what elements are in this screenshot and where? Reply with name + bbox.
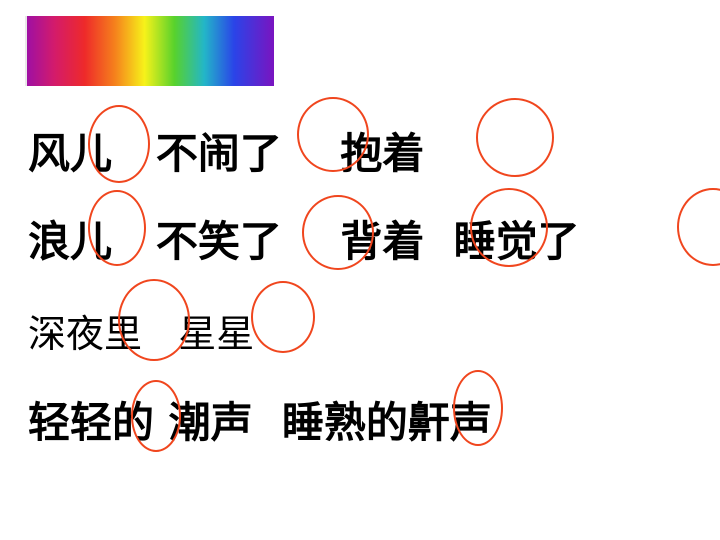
blank-circle bbox=[251, 281, 315, 353]
blank-circle bbox=[131, 380, 181, 452]
blank-circle bbox=[476, 98, 554, 177]
rainbow-banner bbox=[25, 16, 274, 86]
blank-circle bbox=[453, 370, 503, 446]
blank-circle bbox=[302, 195, 374, 270]
banner-edge bbox=[25, 16, 27, 86]
text-line-4: 轻轻的 潮声 睡熟的鼾声 bbox=[28, 398, 492, 447]
blank-circle bbox=[677, 188, 720, 266]
blank-circle bbox=[88, 105, 150, 183]
blank-circle bbox=[470, 188, 548, 267]
blank-circle bbox=[297, 97, 369, 172]
blank-circle bbox=[118, 279, 190, 361]
slide: 风儿 不闹了 抱着 浪儿 不笑了 背着 睡觉了 深夜里 星星 轻轻的 潮声 睡熟… bbox=[0, 0, 720, 540]
blank-circle bbox=[88, 190, 146, 266]
